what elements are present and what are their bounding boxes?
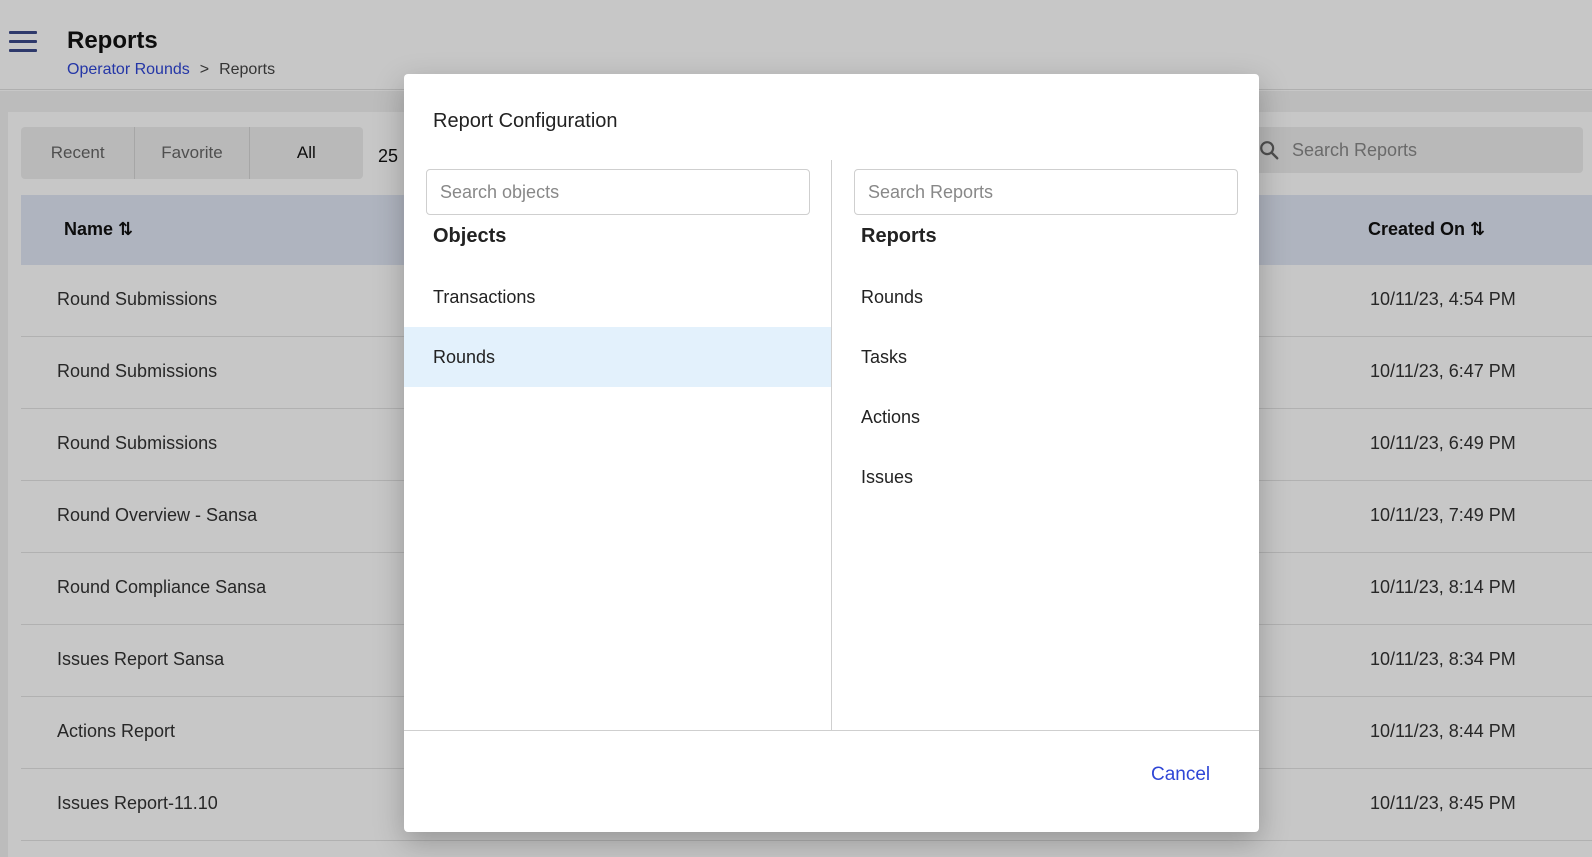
report-item-actions[interactable]: Actions xyxy=(832,387,1259,447)
report-configuration-dialog: Report Configuration Objects Reports Tra… xyxy=(404,74,1259,832)
object-item-label: Rounds xyxy=(433,346,496,367)
report-item-label: Tasks xyxy=(861,346,908,367)
cancel-button[interactable]: Cancel xyxy=(1151,764,1210,786)
search-reports-input[interactable] xyxy=(854,169,1238,215)
object-item-label: Transactions xyxy=(433,286,536,307)
footer-divider xyxy=(404,730,1259,731)
objects-heading: Objects xyxy=(433,225,507,247)
report-item-label: Issues xyxy=(861,466,914,487)
object-item-rounds[interactable]: Rounds xyxy=(404,327,831,387)
report-item-label: Actions xyxy=(861,406,921,427)
report-item-label: Rounds xyxy=(861,286,924,307)
dialog-title: Report Configuration xyxy=(433,110,618,132)
report-item-tasks[interactable]: Tasks xyxy=(832,327,1259,387)
reports-heading: Reports xyxy=(861,225,937,247)
search-objects-input[interactable] xyxy=(426,169,810,215)
object-item-transactions[interactable]: Transactions xyxy=(404,267,831,327)
report-item-rounds[interactable]: Rounds xyxy=(832,267,1259,327)
report-item-issues[interactable]: Issues xyxy=(832,447,1259,507)
